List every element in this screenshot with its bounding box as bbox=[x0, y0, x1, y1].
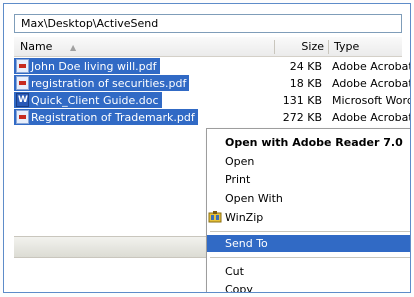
sort-ascending-icon: ▲ bbox=[69, 43, 77, 52]
file-type: Adobe Acrobat bbox=[332, 60, 411, 73]
column-header-name-label: Name bbox=[20, 40, 53, 53]
column-header-type[interactable]: Type bbox=[334, 40, 359, 54]
menu-item-open-with[interactable]: Open With bbox=[207, 190, 410, 207]
file-name-cell[interactable]: Registration of Trademark.pdf bbox=[14, 109, 198, 125]
file-name: Registration of Trademark.pdf bbox=[31, 110, 195, 124]
file-name-cell[interactable]: registration of securities.pdf bbox=[14, 75, 190, 91]
file-type: Adobe Acrobat bbox=[332, 77, 411, 90]
word-doc-icon bbox=[16, 92, 29, 109]
file-size: 18 KB bbox=[289, 77, 322, 90]
file-type: Microsoft Word bbox=[332, 94, 411, 107]
file-size: 24 KB bbox=[289, 60, 322, 73]
file-name: John Doe living will.pdf bbox=[31, 59, 157, 73]
column-header-bar: Name ▲ Size Type bbox=[14, 37, 402, 57]
explorer-window-frame: Max\Desktop\ActiveSend Name ▲ Size Type … bbox=[3, 3, 411, 293]
column-divider[interactable] bbox=[328, 40, 329, 54]
file-type: Adobe Acrobat bbox=[332, 111, 411, 124]
winzip-icon bbox=[208, 211, 222, 223]
file-size: 131 KB bbox=[282, 94, 322, 107]
file-name: registration of securities.pdf bbox=[31, 76, 187, 90]
menu-separator bbox=[210, 231, 410, 232]
context-menu: Open with Adobe Reader 7.0 Open Print Op… bbox=[206, 128, 410, 292]
menu-item-send-to[interactable]: Send To bbox=[207, 235, 410, 252]
menu-item-cut[interactable]: Cut bbox=[207, 263, 410, 280]
pdf-file-icon bbox=[16, 110, 29, 124]
file-name: Quick_Client Guide.doc bbox=[31, 93, 159, 107]
file-row[interactable]: registration of securities.pdf 18 KB Ado… bbox=[14, 75, 410, 92]
pdf-file-icon bbox=[16, 59, 29, 73]
menu-item-open-with-adobe-reader[interactable]: Open with Adobe Reader 7.0 bbox=[207, 134, 410, 151]
menu-separator bbox=[210, 257, 410, 258]
file-row[interactable]: Registration of Trademark.pdf 272 KB Ado… bbox=[14, 109, 410, 126]
address-path[interactable]: Max\Desktop\ActiveSend bbox=[14, 14, 402, 33]
column-divider[interactable] bbox=[274, 40, 275, 54]
menu-item-winzip-label: WinZip bbox=[225, 211, 264, 224]
file-name-cell[interactable]: Quick_Client Guide.doc bbox=[14, 92, 162, 109]
file-list: John Doe living will.pdf 24 KB Adobe Acr… bbox=[14, 58, 410, 126]
menu-item-open[interactable]: Open bbox=[207, 153, 410, 170]
column-header-size[interactable]: Size bbox=[280, 40, 324, 54]
file-row[interactable]: Quick_Client Guide.doc 131 KB Microsoft … bbox=[14, 92, 410, 109]
file-name-cell[interactable]: John Doe living will.pdf bbox=[14, 58, 160, 74]
pdf-file-icon bbox=[16, 76, 29, 90]
file-size: 272 KB bbox=[282, 111, 322, 124]
column-header-name[interactable]: Name ▲ bbox=[20, 40, 76, 55]
menu-item-copy[interactable]: Copy bbox=[207, 281, 410, 292]
file-row[interactable]: John Doe living will.pdf 24 KB Adobe Acr… bbox=[14, 58, 410, 75]
menu-item-print[interactable]: Print bbox=[207, 171, 410, 188]
horizontal-scrollbar[interactable] bbox=[14, 236, 206, 258]
menu-item-winzip[interactable]: WinZip bbox=[207, 209, 410, 226]
